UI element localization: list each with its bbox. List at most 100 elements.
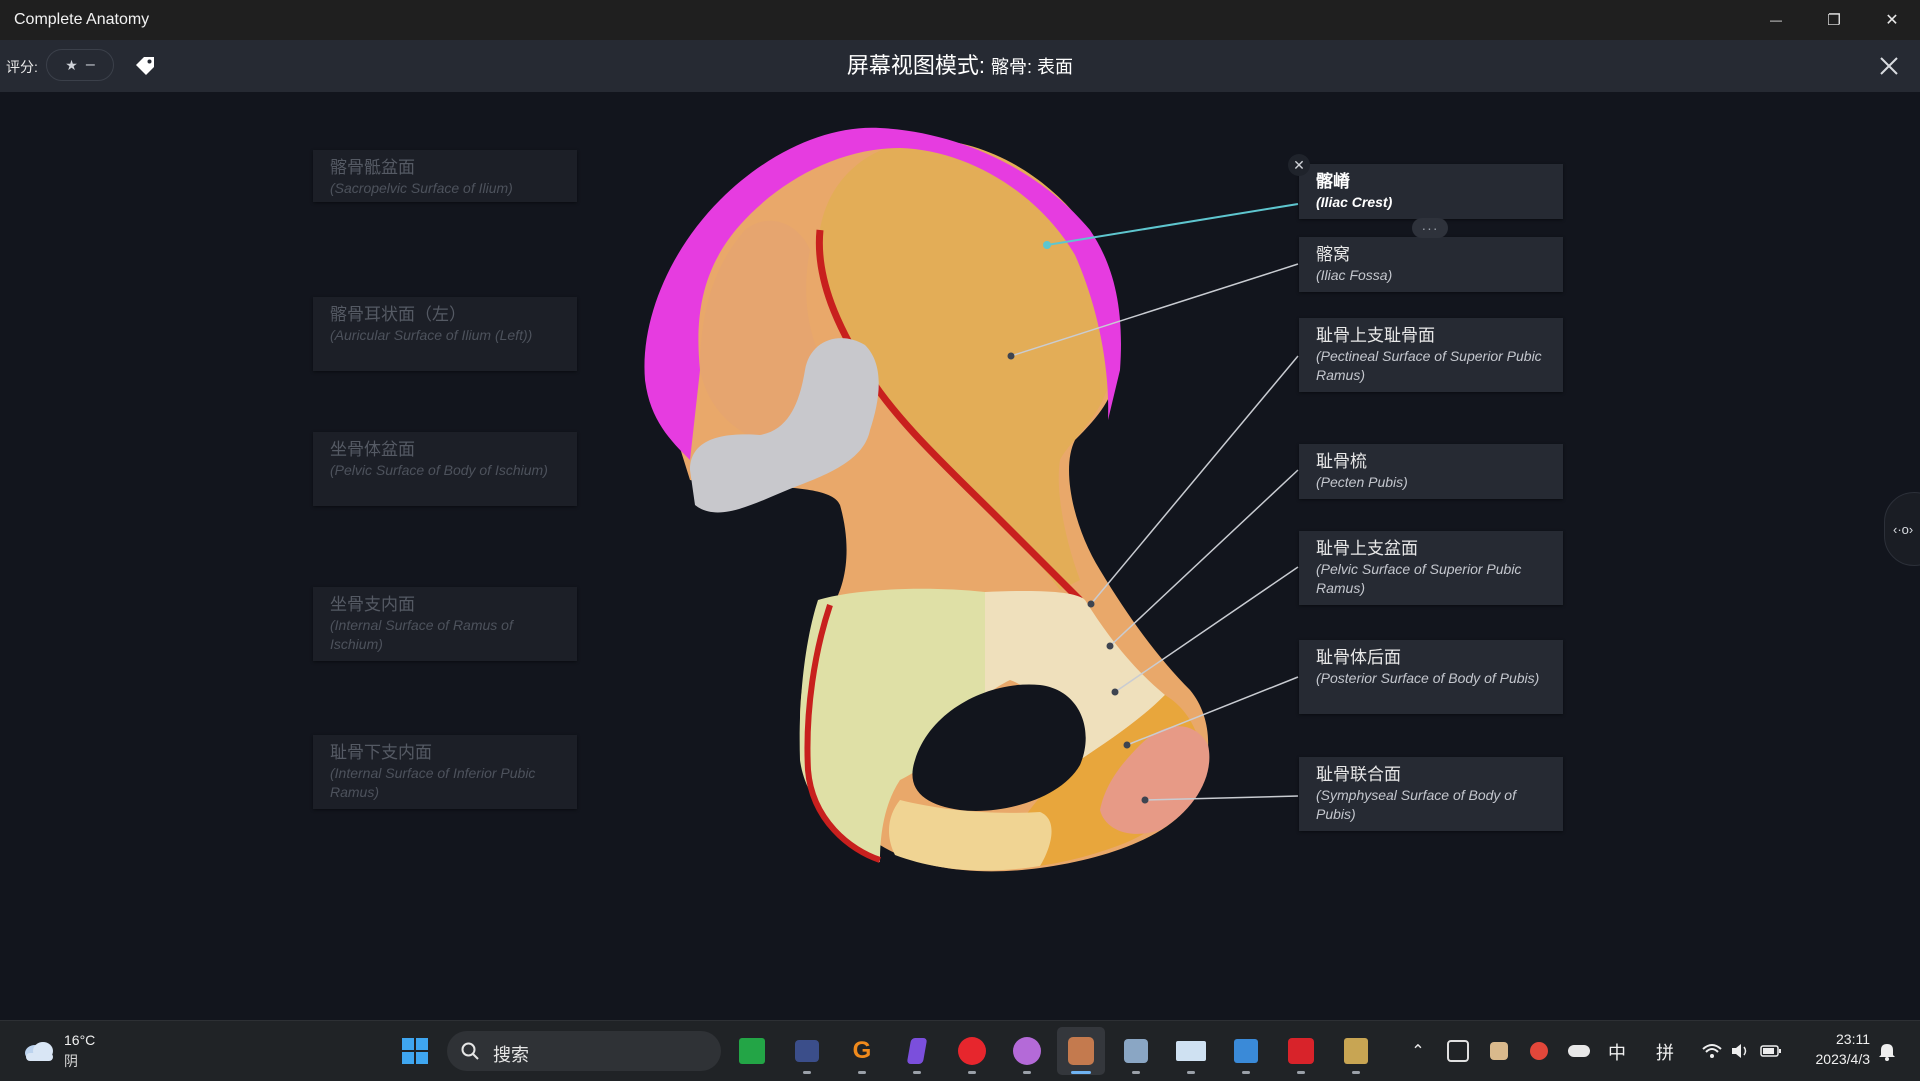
- close-icon: ✕: [1293, 156, 1305, 173]
- label-pelvic-surface-ischium[interactable]: 坐骨体盆面 (Pelvic Surface of Body of Ischium…: [313, 432, 577, 506]
- label-sacropelvic-surface[interactable]: 髂骨骶盆面 (Sacropelvic Surface of Ilium): [313, 150, 577, 202]
- label-iliac-fossa[interactable]: 髂窝 (Iliac Fossa): [1299, 237, 1563, 292]
- label-en: (Internal Surface of Inferior Pubic Ramu…: [330, 765, 536, 800]
- app-title: Complete Anatomy: [14, 11, 150, 28]
- label-cn: 髂骨耳状面（左）: [330, 305, 466, 324]
- leader-pelvic-surface-superior: [1114, 566, 1299, 693]
- g-app-icon[interactable]: G: [844, 1033, 880, 1069]
- label-cn: 耻骨上支盆面: [1316, 539, 1418, 558]
- label-cn: 髂窝: [1316, 245, 1350, 264]
- tray-app-3-icon[interactable]: [1522, 1033, 1556, 1069]
- clock-date[interactable]: 2023/4/3: [1786, 1051, 1871, 1067]
- leader-pelvic-surface-superior-dot: [1111, 688, 1119, 696]
- close-icon: [1880, 57, 1898, 75]
- label-en: (Internal Surface of Ramus of Ischium): [330, 617, 513, 652]
- label-posterior-surface-pubis[interactable]: 耻骨体后面 (Posterior Surface of Body of Pubi…: [1299, 640, 1563, 714]
- leader-iliac-crest-dot: [1043, 241, 1051, 249]
- acrobat-icon[interactable]: [1283, 1033, 1319, 1069]
- tray-chevron-up-icon[interactable]: ⌃: [1400, 1033, 1436, 1069]
- minimize-button[interactable]: —: [1748, 0, 1804, 40]
- anatomy-viewport[interactable]: 髂骨骶盆面 (Sacropelvic Surface of Ilium) 髂骨耳…: [0, 92, 1920, 1020]
- ime-pinyin-indicator[interactable]: 拼: [1656, 1039, 1674, 1065]
- search-icon: [461, 1042, 479, 1060]
- label-iliac-crest[interactable]: 髂嵴 (Iliac Crest): [1299, 164, 1563, 219]
- calculator-icon[interactable]: [734, 1033, 770, 1069]
- label-cn: 髂嵴: [1316, 172, 1350, 191]
- label-en: (Iliac Fossa): [1316, 267, 1393, 283]
- leader-pecten-pubis: [1109, 469, 1299, 647]
- clock-time[interactable]: 23:11: [1800, 1031, 1870, 1047]
- volume-icon[interactable]: [1726, 1033, 1754, 1069]
- label-auricular-surface[interactable]: 髂骨耳状面（左） (Auricular Surface of Ilium (Le…: [313, 297, 577, 371]
- label-cn: 耻骨梳: [1316, 452, 1367, 471]
- ime-mode-indicator[interactable]: 中: [1608, 1039, 1626, 1065]
- chart-app-icon[interactable]: [1173, 1033, 1209, 1069]
- callout-close-button[interactable]: ✕: [1288, 154, 1310, 176]
- weather-description: 阴: [64, 1053, 78, 1069]
- label-pectineal-surface[interactable]: 耻骨上支耻骨面 (Pectineal Surface of Superior P…: [1299, 318, 1563, 392]
- callout-more-button[interactable]: ···: [1412, 218, 1448, 238]
- windows-start-icon[interactable]: [397, 1033, 433, 1069]
- complete-anatomy-icon[interactable]: [1063, 1033, 1099, 1069]
- tray-app-1-icon[interactable]: [1441, 1033, 1475, 1069]
- leader-symphyseal-surface-dot: [1141, 796, 1149, 804]
- label-en: (Pelvic Surface of Body of Ischium): [330, 462, 548, 478]
- label-symphyseal-surface[interactable]: 耻骨联合面 (Symphyseal Surface of Body of Pub…: [1299, 757, 1563, 831]
- label-internal-inferior-pubic-ramus[interactable]: 耻骨下支内面 (Internal Surface of Inferior Pub…: [313, 735, 577, 809]
- leader-iliac-fossa-dot: [1007, 352, 1015, 360]
- rating-label: 评分:: [6, 59, 38, 75]
- view-mode-label: 屏幕视图模式:: [846, 53, 986, 78]
- tray-app-2-icon[interactable]: [1482, 1033, 1516, 1069]
- label-cn: 耻骨下支内面: [330, 743, 432, 762]
- purple-app-icon[interactable]: [1009, 1033, 1045, 1069]
- leader-pectineal-surface-dot: [1087, 600, 1095, 608]
- label-cn: 耻骨上支耻骨面: [1316, 326, 1435, 345]
- editor-app-icon[interactable]: [1228, 1033, 1264, 1069]
- label-cn: 坐骨体盆面: [330, 440, 415, 459]
- label-cn: 坐骨支内面: [330, 595, 415, 614]
- restore-button[interactable]: ❐: [1806, 0, 1862, 40]
- close-view-button[interactable]: [1877, 54, 1901, 83]
- cloud-weather-icon[interactable]: [22, 1039, 56, 1068]
- lol-icon[interactable]: [1338, 1033, 1374, 1069]
- label-pecten-pubis[interactable]: 耻骨梳 (Pecten Pubis): [1299, 444, 1563, 499]
- label-en: (Iliac Crest): [1316, 194, 1393, 210]
- label-cn: 耻骨体后面: [1316, 648, 1401, 667]
- notification-bell-icon[interactable]: [1872, 1033, 1902, 1069]
- star-app-icon[interactable]: [1118, 1033, 1154, 1069]
- window-close-button[interactable]: ✕: [1864, 0, 1920, 40]
- more-icon: ···: [1421, 220, 1439, 236]
- label-en: (Posterior Surface of Body of Pubis): [1316, 670, 1540, 686]
- restore-icon: ❐: [1827, 12, 1841, 29]
- windows-taskbar: 16°C 阴 搜索 G ⌃ 中 拼 23:11 2023/4/3: [0, 1020, 1920, 1081]
- label-cn: 耻骨联合面: [1316, 765, 1401, 784]
- expand-arrows-icon: ‹·o›: [1893, 521, 1914, 537]
- onedrive-icon[interactable]: [1562, 1033, 1596, 1069]
- rating-value: –: [85, 56, 95, 73]
- label-pelvic-surface-superior-ramus[interactable]: 耻骨上支盆面 (Pelvic Surface of Superior Pubic…: [1299, 531, 1563, 605]
- leader-pecten-pubis-dot: [1106, 642, 1114, 650]
- minimize-icon: —: [1770, 13, 1782, 27]
- label-en: (Pelvic Surface of Superior Pubic Ramus): [1316, 561, 1522, 596]
- netease-music-icon[interactable]: [954, 1033, 990, 1069]
- tag-icon[interactable]: [133, 53, 157, 82]
- weather-temperature: 16°C: [64, 1032, 96, 1048]
- screen-view-title: 屏幕视图模式: 髂骨: 表面: [0, 40, 1920, 93]
- label-cn: 髂骨骶盆面: [330, 158, 415, 177]
- label-en: (Pecten Pubis): [1316, 474, 1408, 490]
- window-titlebar: Complete Anatomy — ❐ ✕: [0, 0, 1920, 40]
- label-en: (Auricular Surface of Ilium (Left)): [330, 327, 533, 343]
- label-internal-ramus-ischium[interactable]: 坐骨支内面 (Internal Surface of Ramus of Isch…: [313, 587, 577, 661]
- wifi-icon[interactable]: [1698, 1033, 1726, 1069]
- hip-bone-model[interactable]: [0, 92, 1920, 1020]
- rating-button[interactable]: ★ –: [46, 49, 114, 81]
- search-placeholder: 搜索: [493, 1045, 529, 1065]
- label-en: (Sacropelvic Surface of Ilium): [330, 180, 513, 196]
- view-mode-subject: 髂骨: 表面: [991, 57, 1074, 77]
- cat-app-icon[interactable]: [789, 1033, 825, 1069]
- leader-posterior-surface-pubis-dot: [1123, 741, 1131, 749]
- label-en: (Symphyseal Surface of Body of Pubis): [1316, 787, 1516, 822]
- taskbar-search-box[interactable]: 搜索: [447, 1031, 721, 1071]
- obsidian-icon[interactable]: [899, 1033, 935, 1069]
- battery-icon[interactable]: [1756, 1033, 1786, 1069]
